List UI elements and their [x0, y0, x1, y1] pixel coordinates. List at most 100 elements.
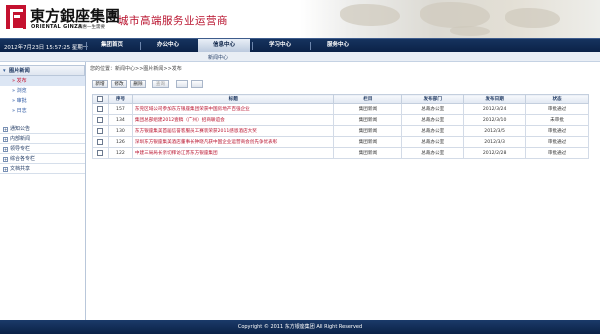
news-table: 序号 标题 栏目 发布部门 发布日期 状态 157 东莞区域公司参加东方银座集团… [92, 94, 589, 159]
brand-logo-icon[interactable] [6, 5, 26, 31]
nav-home[interactable]: 集团首页 [88, 39, 136, 53]
cell-column: 集团新闻 [333, 114, 403, 126]
row-select[interactable] [92, 136, 109, 148]
cell-title-link[interactable]: 中建三局局长亲切拜访江苏东方银座集团 [131, 147, 335, 159]
sidebar-group-label: 文档共享 [10, 166, 31, 172]
select-all-checkbox[interactable] [97, 95, 104, 102]
sidebar-group-columns[interactable]: + 综合各专栏 [0, 154, 85, 164]
current-datetime: 2012年7月23日 15:57:25 星期一 [4, 45, 88, 51]
column-header[interactable]: 序号 [107, 94, 133, 104]
expand-icon: + [3, 147, 8, 152]
expand-icon: + [3, 137, 8, 142]
top-nav: 2012年7月23日 15:57:25 星期一 集团首页 办公中心 信息中心 学… [0, 38, 600, 53]
sub-nav-bar: 新闻中心 [0, 52, 600, 62]
sidebar-group-internal-news[interactable]: + 内部新闻 [0, 134, 85, 144]
sidebar-item-browse[interactable]: » 浏览 [0, 86, 85, 96]
cell-date: 2012/3/5 [463, 125, 527, 137]
cell-department: 总裁办公室 [401, 136, 465, 148]
table-row[interactable]: 126 深圳东方银座集美酒店董事长钟晓凡获中国企业运营商会创先争优表彰 集团新闻… [92, 136, 589, 148]
table-row[interactable]: 157 东莞区域公司参加东方银座集团荣获中国房地产百强企业 集团新闻 总裁办公室… [92, 103, 589, 115]
row-select[interactable] [92, 103, 109, 115]
cell-title-link[interactable]: 深圳东方银座集美酒店董事长钟晓凡获中国企业运营商会创先争优表彰 [131, 136, 335, 148]
cell-id: 134 [107, 114, 133, 126]
cell-column: 集团新闻 [333, 125, 403, 137]
slogan: 城市高端服务业运营商 [118, 15, 228, 27]
cell-column: 集团新闻 [333, 136, 403, 148]
edit-button[interactable]: 修改 [111, 80, 127, 88]
header: 東方銀座集團 ORIENTAL GINZA 澜惠一生需要 城市高端服务业运营商 [0, 0, 600, 38]
query-button[interactable]: 查询 [152, 80, 169, 88]
cell-id: 122 [107, 147, 133, 159]
nav-office[interactable]: 办公中心 [142, 39, 194, 53]
sidebar-group-label: 通知公告 [10, 126, 31, 132]
footer: Copyright © 2011 东方银座集团 All Right Reserv… [0, 320, 600, 334]
row-checkbox[interactable] [97, 105, 104, 112]
cell-department: 总裁办公室 [401, 103, 465, 115]
main-content: 您的位置：新闻中心>>图片新闻>>发布 新增 修改 删除 查询 序号 标题 栏目… [88, 62, 600, 320]
brand-name-en: ORIENTAL GINZA [31, 24, 83, 30]
cell-status: 审批通过 [525, 125, 589, 137]
prev-button[interactable] [176, 80, 188, 88]
sidebar-item-publish[interactable]: » 发布 [0, 76, 85, 86]
world-map-banner [300, 0, 600, 38]
sidebar: ▾ 图片新闻 » 发布 » 浏览 » 审批 » 日志 + 通知公告 + 内部新闻 + 领… [0, 62, 86, 320]
expand-icon: + [3, 157, 8, 162]
row-select[interactable] [92, 147, 109, 159]
cell-title-link[interactable]: 集团总部组建2012壹稿（广州）招商联谊会 [131, 114, 335, 126]
delete-button[interactable]: 删除 [130, 80, 146, 88]
cell-column: 集团新闻 [333, 103, 403, 115]
column-header[interactable]: 状态 [525, 94, 589, 104]
row-checkbox[interactable] [97, 116, 104, 123]
table-row[interactable]: 130 东方银座集美首届信誉客服员工赛装荣获2011感恩酒店大奖 集团新闻 总裁… [92, 125, 589, 137]
cell-date: 2012/3/10 [463, 114, 527, 126]
column-header[interactable]: 标题 [131, 94, 335, 104]
sidebar-section-picture-news[interactable]: ▾ 图片新闻 [0, 65, 85, 76]
row-select[interactable] [92, 114, 109, 126]
select-all-header[interactable] [92, 94, 109, 104]
cell-column: 集团新闻 [333, 147, 403, 159]
cell-department: 总裁办公室 [401, 147, 465, 159]
cell-department: 总裁办公室 [401, 114, 465, 126]
subnav-news-center[interactable]: 新闻中心 [208, 54, 228, 61]
cell-status: 审批通过 [525, 103, 589, 115]
brand-tagline: 澜惠一生需要 [78, 25, 105, 30]
table-row[interactable]: 134 集团总部组建2012壹稿（广州）招商联谊会 集团新闻 总裁办公室 201… [92, 114, 589, 126]
sidebar-item-log[interactable]: » 日志 [0, 106, 85, 116]
cell-date: 2012/3/3 [463, 136, 527, 148]
sidebar-item-label: 浏览 [16, 88, 27, 94]
table-header-row: 序号 标题 栏目 发布部门 发布日期 状态 [92, 94, 589, 104]
nav-service[interactable]: 服务中心 [312, 39, 364, 53]
nav-learning[interactable]: 学习中心 [254, 39, 306, 53]
cell-title-link[interactable]: 东莞区域公司参加东方银座集团荣获中国房地产百强企业 [131, 103, 335, 115]
cell-status: 审批通过 [525, 136, 589, 148]
cell-id: 157 [107, 103, 133, 115]
sidebar-group-label: 领导专栏 [10, 146, 31, 152]
row-checkbox[interactable] [97, 138, 104, 145]
breadcrumb: 您的位置：新闻中心>>图片新闻>>发布 [90, 66, 182, 72]
sidebar-item-label: 日志 [16, 108, 27, 114]
sidebar-group-label: 内部新闻 [10, 136, 31, 142]
row-select[interactable] [92, 125, 109, 137]
column-header[interactable]: 发布部门 [401, 94, 465, 104]
column-header[interactable]: 栏目 [333, 94, 403, 104]
column-header[interactable]: 发布日期 [463, 94, 527, 104]
cell-date: 2012/3/24 [463, 103, 527, 115]
cell-status: 未审批 [525, 114, 589, 126]
cell-date: 2012/2/28 [463, 147, 527, 159]
add-button[interactable]: 新增 [92, 80, 108, 88]
sidebar-item-approve[interactable]: » 审批 [0, 96, 85, 106]
cell-id: 126 [107, 136, 133, 148]
cell-title-link[interactable]: 东方银座集美首届信誉客服员工赛装荣获2011感恩酒店大奖 [131, 125, 335, 137]
sidebar-group-documents[interactable]: + 文档共享 [0, 164, 85, 174]
sidebar-group-label: 综合各专栏 [10, 156, 36, 162]
sidebar-group-notice[interactable]: + 通知公告 [0, 124, 85, 134]
expand-icon: + [3, 167, 8, 172]
sidebar-section-label: 图片新闻 [9, 68, 30, 74]
sidebar-group-leaders[interactable]: + 领导专栏 [0, 144, 85, 154]
expand-icon: + [3, 127, 8, 132]
nav-info[interactable]: 信息中心 [198, 39, 250, 53]
table-row[interactable]: 122 中建三局局长亲切拜访江苏东方银座集团 集团新闻 总裁办公室 2012/2… [92, 147, 589, 159]
next-button[interactable] [191, 80, 203, 88]
row-checkbox[interactable] [97, 127, 104, 134]
row-checkbox[interactable] [97, 149, 104, 156]
